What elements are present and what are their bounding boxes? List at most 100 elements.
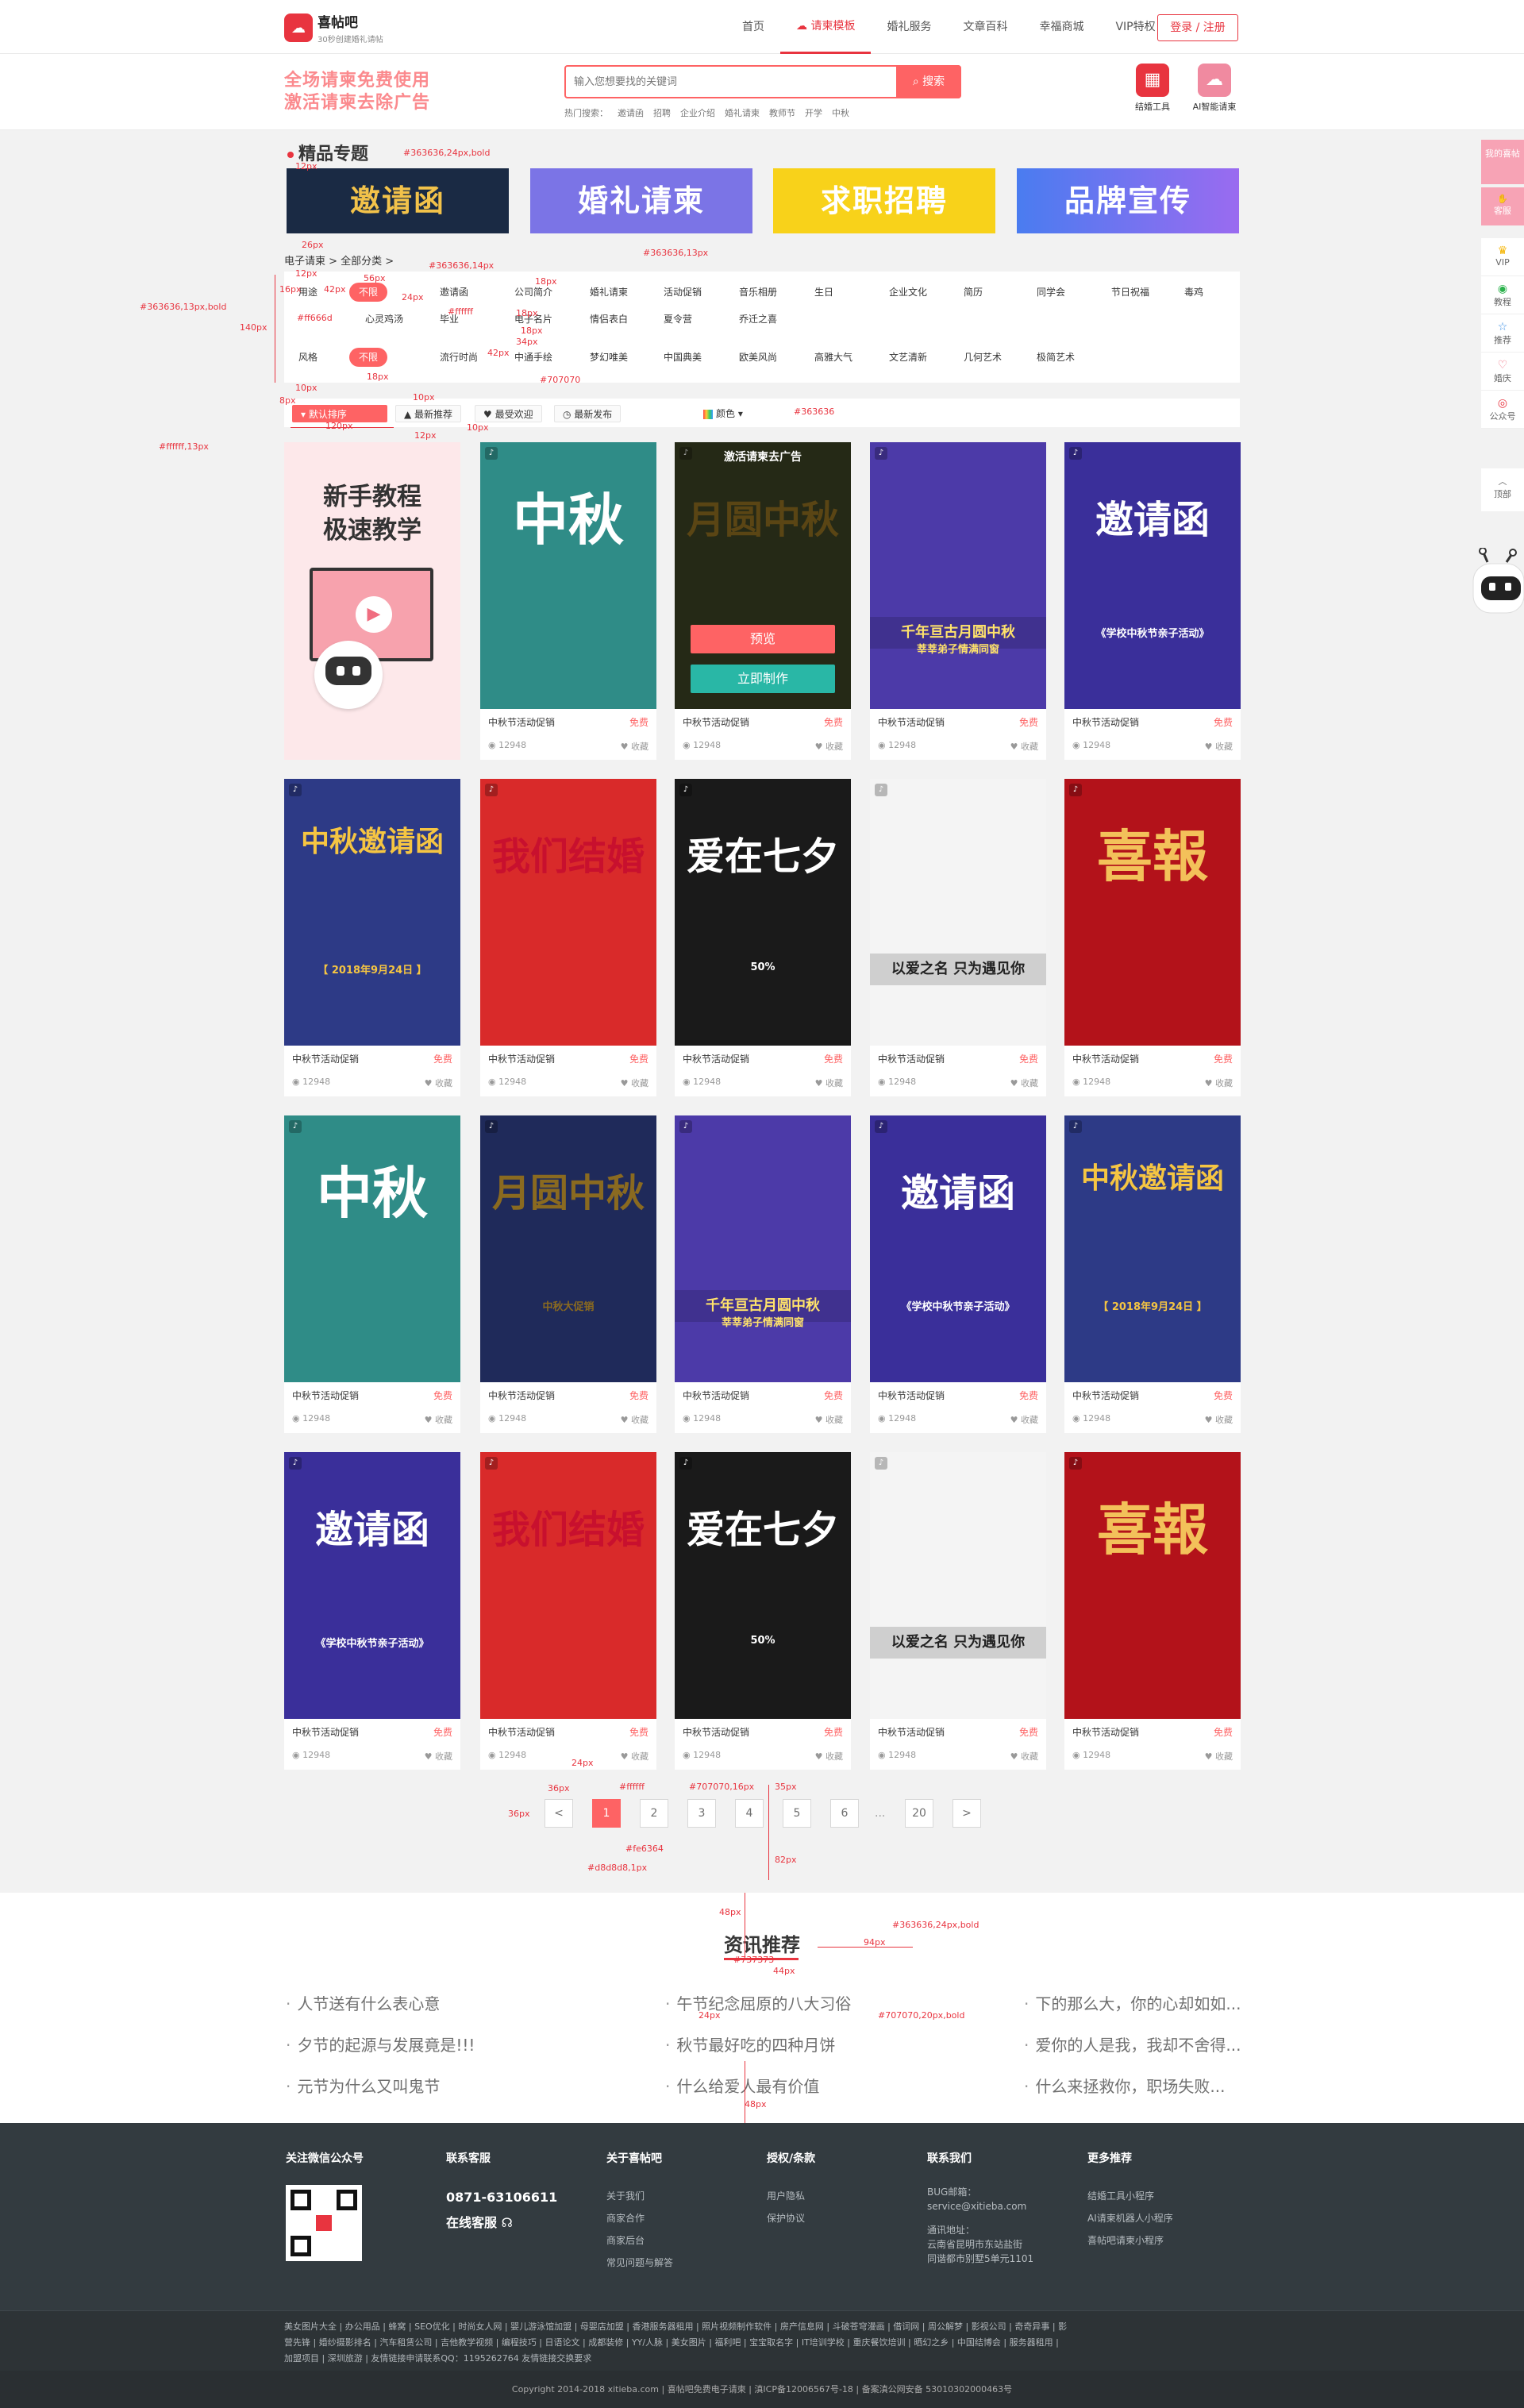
robot-assistant-icon[interactable] [1467, 547, 1524, 624]
template-card[interactable]: ♪ 千年亘古月圆中秋 莘莘弟子情满同窗 中秋节活动促销 免费 ◉ 12948 ♥ 收藏 [675, 1115, 851, 1433]
footer-link[interactable]: 商家后台 [606, 2229, 673, 2252]
filter-option[interactable]: 邀请函 [440, 283, 468, 302]
filter-option[interactable]: 几何艺术 [964, 348, 1002, 367]
card-title[interactable]: 中秋节活动促销 [683, 1052, 749, 1065]
back-to-top-button[interactable]: ︿ 顶部 [1481, 468, 1524, 511]
template-poster[interactable]: ♪ 中秋邀请函【 2018年9月24日 】 [1064, 1115, 1241, 1382]
favorite-button[interactable]: ♥ 收藏 [1010, 1750, 1038, 1763]
contact-email[interactable]: service@xitieba.com [927, 2199, 1033, 2213]
filter-option[interactable]: 生日 [814, 283, 833, 302]
card-title[interactable]: 中秋节活动促销 [1072, 1389, 1139, 1402]
card-title[interactable]: 中秋节活动促销 [1072, 1725, 1139, 1739]
page-number[interactable]: 5 [783, 1799, 811, 1828]
favorite-button[interactable]: ♥ 收藏 [1010, 740, 1038, 753]
favorite-button[interactable]: ♥ 收藏 [815, 740, 843, 753]
page-number[interactable]: 2 [640, 1799, 668, 1828]
template-poster[interactable]: ♪ 千年亘古月圆中秋 莘莘弟子情满同窗 [870, 442, 1046, 709]
filter-option[interactable]: 节日祝福 [1111, 283, 1149, 302]
sort-default[interactable]: ▾ 默认排序 [292, 405, 387, 422]
footer-link[interactable]: 喜帖吧请柬小程序 [1087, 2229, 1173, 2252]
page-next[interactable]: > [952, 1799, 981, 1828]
favorite-button[interactable]: ♥ 收藏 [425, 1750, 452, 1763]
favorite-button[interactable]: ♥ 收藏 [1010, 1413, 1038, 1426]
filter-all-pill[interactable]: 不限 [349, 283, 388, 302]
page-number[interactable]: 4 [735, 1799, 764, 1828]
filter-option[interactable]: 情侣表白 [590, 310, 628, 329]
template-card[interactable]: ♪ 邀请函 《学校中秋节亲子活动》 中秋节活动促销 免费 ◉ 12948 ♥ 收藏 [284, 1452, 460, 1770]
filter-option[interactable]: 心灵鸡汤 [365, 310, 403, 329]
news-item[interactable]: · 什么给爱人最有价值 [665, 2066, 983, 2107]
template-card[interactable]: ♪ 月圆中秋 激活请柬去广告 预览 立即制作 中秋节活动促销 免费 ◉ 12948 ♥ 收藏 [675, 442, 851, 760]
template-card[interactable]: ♪ 邀请函 《学校中秋节亲子活动》 中秋节活动促销 免费 ◉ 12948 ♥ 收藏 [870, 1115, 1046, 1433]
filter-option[interactable]: 婚礼请柬 [590, 283, 628, 302]
banner-invite[interactable]: 邀请函 [287, 168, 509, 233]
nav-home[interactable]: 首页 [726, 0, 780, 54]
hot-word[interactable]: 企业介绍 [680, 106, 715, 119]
favorite-button[interactable]: ♥ 收藏 [621, 1077, 648, 1089]
template-card[interactable]: ♪ 以爱之名 只为遇见你 中秋节活动促销 免费 ◉ 12948 ♥ 收藏 [870, 1452, 1046, 1770]
card-title[interactable]: 中秋节活动促销 [683, 715, 749, 729]
filter-option[interactable]: 毒鸡 [1184, 283, 1203, 302]
favorite-button[interactable]: ♥ 收藏 [425, 1413, 452, 1426]
template-card[interactable]: ♪ 喜報 中秋节活动促销 免费 ◉ 12948 ♥ 收藏 [1064, 1452, 1241, 1770]
sort-popular[interactable]: ♥ 最受欢迎 [475, 405, 542, 422]
card-title[interactable]: 中秋节活动促销 [683, 1725, 749, 1739]
template-poster[interactable]: ♪ 月圆中秋 中秋大促销 [480, 1115, 656, 1382]
template-poster[interactable]: ♪ 喜報 [1064, 779, 1241, 1046]
card-title[interactable]: 中秋节活动促销 [878, 1725, 945, 1739]
card-title[interactable]: 中秋节活动促销 [488, 1052, 555, 1065]
nav-mall[interactable]: 幸福商城 [1023, 0, 1099, 54]
template-card[interactable]: ♪ 月圆中秋 中秋大促销 中秋节活动促销 免费 ◉ 12948 ♥ 收藏 [480, 1115, 656, 1433]
links-row[interactable]: 营先锋 | 婚纱摄影排名 | 汽车租赁公司 | 吉他教学视频 | 编程技巧 | … [284, 2335, 1240, 2351]
template-card[interactable]: ♪ 我们结婚 中秋节活动促销 免费 ◉ 12948 ♥ 收藏 [480, 1452, 656, 1770]
news-item[interactable]: · 夕节的起源与发展竟是!!! [286, 2025, 603, 2066]
sidebar-my-invites[interactable]: 我的喜帖 [1481, 140, 1524, 184]
card-title[interactable]: 中秋节活动促销 [878, 1052, 945, 1065]
hot-word[interactable]: 婚礼请柬 [725, 106, 760, 119]
preview-button[interactable]: 预览 [691, 625, 835, 653]
template-poster[interactable]: ♪ 爱在七夕 50% [675, 1452, 851, 1719]
footer-link[interactable]: 商家合作 [606, 2207, 673, 2229]
favorite-button[interactable]: ♥ 收藏 [621, 740, 648, 753]
nav-templates[interactable]: ☁ 请柬模板 [780, 0, 872, 54]
card-title[interactable]: 中秋节活动促销 [488, 715, 555, 729]
card-title[interactable]: 中秋节活动促销 [292, 1725, 359, 1739]
favorite-button[interactable]: ♥ 收藏 [815, 1077, 843, 1089]
template-poster[interactable]: ♪ 千年亘古月圆中秋 莘莘弟子情满同窗 [675, 1115, 851, 1382]
template-poster[interactable]: ♪ 月圆中秋 激活请柬去广告 预览 立即制作 [675, 442, 851, 709]
hot-word[interactable]: 中秋 [832, 106, 849, 119]
filter-option[interactable]: 活动促销 [664, 283, 702, 302]
card-title[interactable]: 中秋节活动促销 [1072, 1052, 1139, 1065]
news-item[interactable]: · 下的那么大，你的心却如如... [1024, 1983, 1341, 2025]
favorite-button[interactable]: ♥ 收藏 [425, 1077, 452, 1089]
links-row[interactable]: 美女图片大全 | 办公用品 | 蜂窝 | SEO优化 | 时尚女人网 | 婴儿游… [284, 2319, 1240, 2335]
template-poster[interactable]: ♪ 中秋 [480, 442, 656, 709]
hot-word[interactable]: 招聘 [653, 106, 671, 119]
filter-option[interactable]: 中通手绘 [514, 348, 552, 367]
online-service-link[interactable]: 在线客服 ☊ [446, 2210, 557, 2236]
template-card[interactable]: ♪ 中秋 中秋节活动促销 免费 ◉ 12948 ♥ 收藏 [284, 1115, 460, 1433]
wedding-tools-button[interactable]: ▦ 结婚工具 [1129, 64, 1176, 113]
ai-invite-button[interactable]: ☁ AI智能请柬 [1191, 64, 1238, 113]
template-card[interactable]: ♪ 中秋邀请函【 2018年9月24日 】中秋节活动促销 免费 ◉ 12948 ♥ 收藏 [284, 779, 460, 1096]
template-poster[interactable]: ♪ 中秋 [284, 1115, 460, 1382]
search-input[interactable] [574, 67, 891, 97]
template-card[interactable]: ♪ 中秋 中秋节活动促销 免费 ◉ 12948 ♥ 收藏 [480, 442, 656, 760]
news-item[interactable]: · 爱你的人是我，我却不舍得... [1024, 2025, 1341, 2066]
sidebar-service[interactable]: ✋ 客服 [1481, 187, 1524, 225]
filter-option[interactable]: 音乐相册 [739, 283, 777, 302]
filter-all-pill[interactable]: 不限 [349, 348, 388, 367]
card-title[interactable]: 中秋节活动促销 [878, 1389, 945, 1402]
favorite-button[interactable]: ♥ 收藏 [1205, 1750, 1233, 1763]
sort-recommend[interactable]: ▲ 最新推荐 [395, 405, 462, 422]
filter-option[interactable]: 简历 [964, 283, 983, 302]
page-last[interactable]: 20 [905, 1799, 933, 1828]
sort-newest[interactable]: ◷ 最新发布 [554, 405, 622, 422]
template-poster[interactable]: ♪ 邀请函 《学校中秋节亲子活动》 [1064, 442, 1241, 709]
news-item[interactable]: · 秋节最好吃的四种月饼 [665, 2025, 983, 2066]
favorite-button[interactable]: ♥ 收藏 [1205, 1077, 1233, 1089]
filter-option[interactable]: 企业文化 [889, 283, 927, 302]
footer-link[interactable]: 常见问题与解答 [606, 2252, 673, 2274]
breadcrumb[interactable]: 电子请柬 > 全部分类 > [284, 252, 394, 268]
filter-option[interactable]: 高雅大气 [814, 348, 852, 367]
